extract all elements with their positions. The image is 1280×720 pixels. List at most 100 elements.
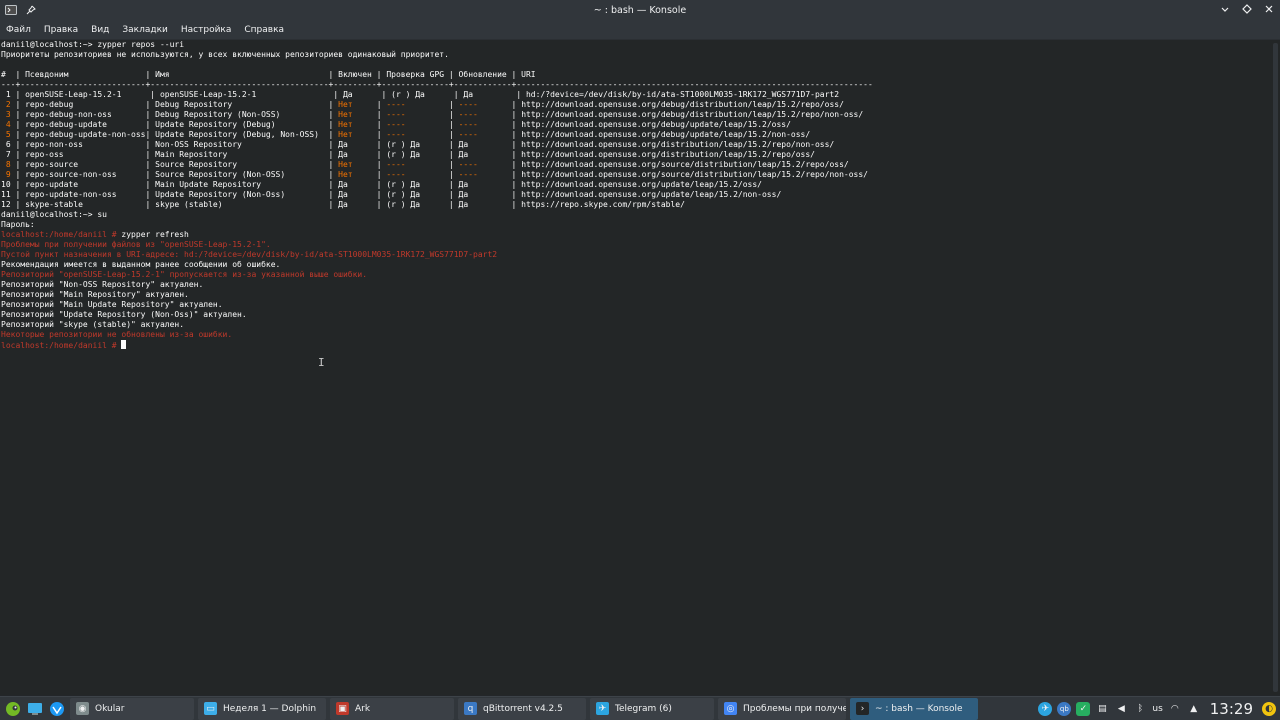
menu-help[interactable]: Справка xyxy=(240,20,288,40)
window-titlebar[interactable]: ~ : bash — Konsole xyxy=(0,0,1280,20)
task-button[interactable]: q qBittorrent v4.2.5 xyxy=(458,697,586,720)
terminal-text: | repo-debug-non-oss | Debug Repository … xyxy=(10,110,339,119)
terminal-text: Репозиторий "Update Repository (Non-Oss)… xyxy=(1,310,247,319)
clipboard-tray-icon[interactable]: ▤ xyxy=(1095,702,1109,716)
terminal-text: 1 | openSUSE-Leap-15.2-1 | openSUSE-Leap… xyxy=(1,90,840,99)
telegram-tray-icon[interactable]: ✈ xyxy=(1038,702,1053,716)
task-label: Неделя 1 — Dolphin xyxy=(223,703,317,714)
terminal-line: 12 | skype-stable | skype (stable) | Да … xyxy=(1,200,1270,210)
terminal-line: Проблемы при получении файлов из "openSU… xyxy=(1,240,1270,250)
scrollbar-thumb[interactable] xyxy=(1273,43,1278,692)
terminal-output[interactable]: daniil@localhost:~> zypper repos --uri Пр… xyxy=(0,40,1270,695)
terminal-text: ---+--------------------------+---------… xyxy=(1,80,873,89)
terminal-text: | xyxy=(352,160,387,169)
terminal-text: Репозиторий "Main Repository" актуален. xyxy=(1,290,189,299)
browser-launcher-icon[interactable] xyxy=(48,700,66,718)
terminal-text: 2 xyxy=(1,100,11,109)
window-title: ~ : bash — Konsole xyxy=(593,4,687,16)
close-icon[interactable] xyxy=(1262,2,1276,16)
task-label: qBittorrent v4.2.5 xyxy=(483,703,563,714)
task-label: ~ : bash — Konsole xyxy=(875,703,963,714)
terminal-text: | xyxy=(405,100,459,109)
wifi-tray-icon[interactable]: ◠ xyxy=(1168,702,1182,716)
keyboard-layout-indicator[interactable]: us xyxy=(1152,704,1162,714)
terminal-scrollbar[interactable] xyxy=(1270,40,1280,695)
volume-tray-icon[interactable]: ◀ xyxy=(1114,702,1128,716)
terminal-line: Пустой пункт назначения в URI-адресе: hd… xyxy=(1,250,1270,260)
bluetooth-tray-icon[interactable]: ᛒ xyxy=(1133,702,1147,716)
task-button[interactable]: ◉ Okular xyxy=(70,697,194,720)
menu-file[interactable]: Файл xyxy=(2,20,35,40)
terminal-text: localhost:/home/daniil # xyxy=(1,230,122,239)
terminal-text: Пароль: xyxy=(1,220,35,229)
terminal-text: | repo-source | Source Repository | xyxy=(10,160,339,169)
desktop-peek-icon[interactable]: ◐ xyxy=(1262,702,1276,716)
terminal-line: 10 | repo-update | Main Update Repositor… xyxy=(1,180,1270,190)
terminal-line: daniil@localhost:~> zypper repos --uri xyxy=(1,40,1270,50)
terminal-line: 2 | repo-debug | Debug Repository | Нет … xyxy=(1,100,1270,110)
terminal-text: | xyxy=(405,160,459,169)
task-label: Okular xyxy=(95,703,125,714)
terminal-line: 3 | repo-debug-non-oss | Debug Repositor… xyxy=(1,110,1270,120)
terminal-line: 7 | repo-oss | Main Repository | Да | (r… xyxy=(1,150,1270,160)
updates-tray-icon[interactable]: ✓ xyxy=(1076,702,1091,716)
terminal-text: localhost:/home/daniil # xyxy=(1,341,122,350)
terminal-text: Приоритеты репозиториев не используются,… xyxy=(1,50,449,59)
terminal-text: | xyxy=(352,170,387,179)
menu-settings[interactable]: Настройка xyxy=(177,20,236,40)
terminal-text: 8 xyxy=(1,160,11,169)
terminal-line: daniil@localhost:~> su xyxy=(1,210,1270,220)
terminal-text: ---- xyxy=(458,170,478,179)
qbittorrent-tray-icon[interactable]: qb xyxy=(1057,702,1072,716)
terminal-text: ---- xyxy=(386,120,406,129)
task-button[interactable]: › ~ : bash — Konsole xyxy=(850,697,978,720)
minimize-icon[interactable] xyxy=(1218,2,1232,16)
task-button[interactable]: ▣ Ark xyxy=(330,697,454,720)
terminal-text: Некоторые репозитории не обновлены из-за… xyxy=(1,330,233,339)
clock[interactable]: 13:29 xyxy=(1206,700,1257,718)
terminal-line: localhost:/home/daniil # xyxy=(1,340,1270,350)
terminal-line: Репозиторий "Main Update Repository" акт… xyxy=(1,300,1270,310)
terminal-line: Репозиторий "openSUSE-Leap-15.2-1" пропу… xyxy=(1,270,1270,280)
terminal-line: Рекомендация имеется в выданном ранее со… xyxy=(1,260,1270,270)
terminal-text: Нет xyxy=(338,100,353,109)
terminal-text: 4 xyxy=(1,120,11,129)
task-button[interactable]: ▭ Неделя 1 — Dolphin xyxy=(198,697,326,720)
terminal-text: 10 | repo-update | Main Update Repositor… xyxy=(1,180,762,189)
terminal-cursor xyxy=(121,340,127,349)
terminal-text: Рекомендация имеется в выданном ранее со… xyxy=(1,260,281,269)
terminal-text: 11 | repo-update-non-oss | Update Reposi… xyxy=(1,190,782,199)
terminal-text: Репозиторий "openSUSE-Leap-15.2-1" пропу… xyxy=(1,270,368,279)
telegram-icon: ✈ xyxy=(596,702,609,715)
terminal-text: | http://download.opensuse.org/debug/dis… xyxy=(477,100,844,109)
task-button[interactable]: ✈ Telegram (6) xyxy=(590,697,714,720)
pin-icon[interactable] xyxy=(24,3,38,17)
ark-icon: ▣ xyxy=(336,702,349,715)
terminal-text: | repo-debug-update-non-oss| Update Repo… xyxy=(10,130,339,139)
menu-bookmarks[interactable]: Закладки xyxy=(118,20,172,40)
application-launcher-icon[interactable] xyxy=(4,700,22,718)
terminal-text: | repo-debug-update | Update Repository … xyxy=(10,120,339,129)
maximize-icon[interactable] xyxy=(1240,2,1254,16)
terminal-line: Некоторые репозитории не обновлены из-за… xyxy=(1,330,1270,340)
terminal-line: 6 | repo-non-oss | Non-OSS Repository | … xyxy=(1,140,1270,150)
terminal-line: Репозиторий "Non-OSS Repository" актуале… xyxy=(1,280,1270,290)
terminal-text: | xyxy=(352,110,387,119)
terminal-text: 3 xyxy=(1,110,11,119)
terminal-text: Нет xyxy=(338,110,353,119)
terminal-text: Нет xyxy=(338,160,353,169)
task-button[interactable]: ◎ Проблемы при получе... xyxy=(718,697,846,720)
terminal-line: ---+--------------------------+---------… xyxy=(1,80,1270,90)
tray-expand-icon[interactable]: ▲ xyxy=(1187,702,1201,716)
menu-edit[interactable]: Правка xyxy=(40,20,82,40)
terminal-text: ---- xyxy=(458,110,478,119)
terminal-app-icon[interactable] xyxy=(4,3,18,17)
show-desktop-icon[interactable] xyxy=(26,700,44,718)
terminal-line: Приоритеты репозиториев не используются,… xyxy=(1,50,1270,60)
terminal-line: 4 | repo-debug-update | Update Repositor… xyxy=(1,120,1270,130)
terminal-line: Репозиторий "skype (stable)" актуален. xyxy=(1,320,1270,330)
menu-view[interactable]: Вид xyxy=(87,20,113,40)
terminal-text: ---- xyxy=(386,170,406,179)
terminal-text: | xyxy=(405,130,459,139)
qbittorrent-icon: q xyxy=(464,702,477,715)
